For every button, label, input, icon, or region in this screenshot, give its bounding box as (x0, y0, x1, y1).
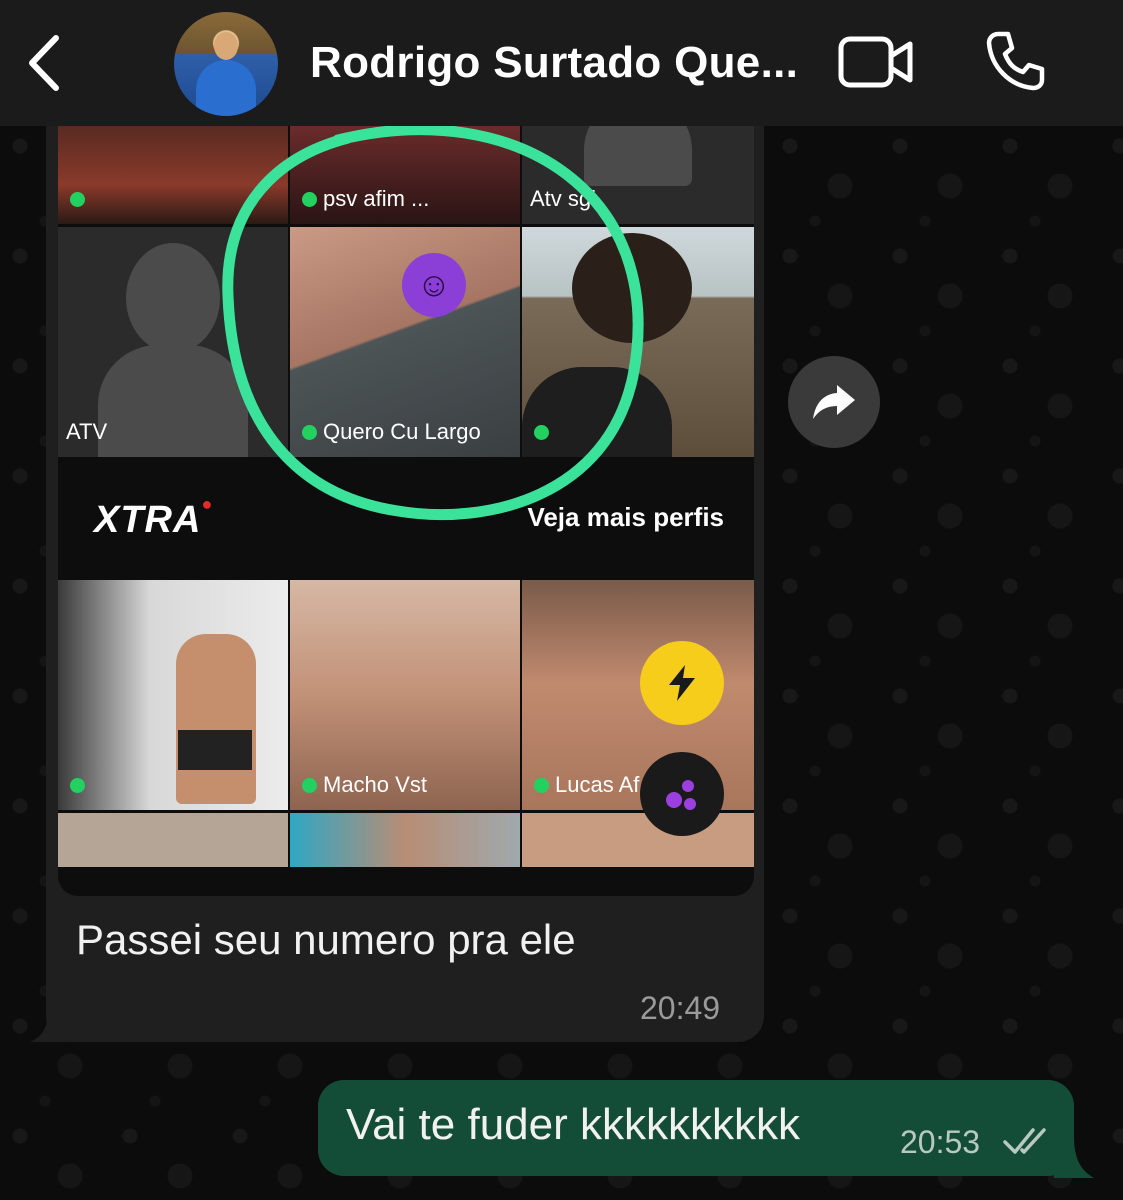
profile-tile: ATV (58, 227, 288, 457)
profile-tile (290, 813, 520, 867)
double-check-icon (1003, 1128, 1046, 1154)
incoming-message-time: 20:49 (640, 990, 721, 1026)
forward-arrow-icon (813, 385, 855, 419)
voice-call-button[interactable] (984, 30, 1046, 92)
xtra-logo: XTRA● (94, 494, 214, 541)
online-dot (302, 192, 317, 207)
devil-emoji-icon: ☺ (402, 253, 466, 317)
profile-tile: psv afim ... (290, 126, 520, 224)
outgoing-bubble-tail (1054, 1136, 1094, 1178)
profile-tile (58, 126, 288, 224)
chat-header: Rodrigo Surtado Que... (0, 0, 1123, 126)
online-dot (302, 778, 317, 793)
forward-button[interactable] (788, 356, 880, 448)
default-avatar-silhouette (584, 126, 692, 186)
default-avatar-silhouette (98, 345, 248, 457)
profile-tile (58, 813, 288, 867)
phone-icon (986, 31, 1045, 91)
incoming-message-text: Passei seu numero pra ele (76, 916, 576, 963)
profile-tile (522, 227, 754, 457)
outgoing-message-text: Vai te fuder kkkkkkkkkk (346, 1100, 800, 1149)
shared-screenshot-image[interactable]: psv afim ... Atv sgl ATV ☺ Quero Cu Larg… (58, 126, 754, 896)
video-call-button[interactable] (838, 34, 914, 90)
profile-tile: Macho Vst (290, 580, 520, 810)
chevron-left-icon (29, 35, 59, 91)
contact-name[interactable]: Rodrigo Surtado Que... (310, 38, 798, 88)
online-dot (70, 192, 85, 207)
online-dot (302, 425, 317, 440)
profile-tile-highlighted: ☺ Quero Cu Largo (290, 227, 520, 457)
profile-tile: Atv sgl (522, 126, 754, 224)
profile-tile (522, 813, 754, 867)
droplets-icon (666, 780, 696, 810)
outgoing-message-time: 20:53 (900, 1124, 981, 1160)
contact-avatar[interactable] (174, 12, 278, 116)
back-button[interactable] (22, 34, 70, 92)
boost-button (640, 641, 724, 725)
video-camera-icon (838, 36, 913, 88)
online-dot (534, 778, 549, 793)
online-dot (70, 778, 85, 793)
taps-button (640, 752, 724, 836)
online-dot (534, 425, 549, 440)
profile-tile (58, 580, 288, 810)
see-more-profiles-link: Veja mais perfis (527, 502, 724, 532)
lightning-bolt-icon (669, 665, 695, 701)
